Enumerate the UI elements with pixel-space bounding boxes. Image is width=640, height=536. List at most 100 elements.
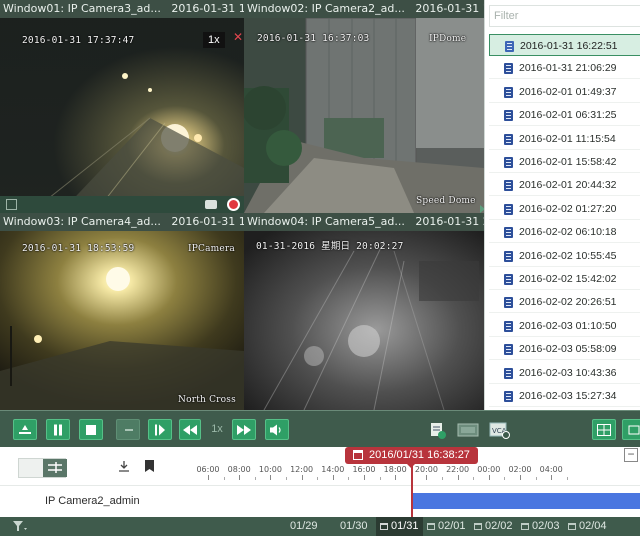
video-window-toolbar [0,196,244,213]
playback-toolbar: 1x VCA [0,410,640,447]
tick-label: 14:00 [321,465,345,474]
tick-label: 00:00 [477,465,501,474]
video-file-icon [504,180,513,192]
camera4-video-feed [0,231,244,410]
tick-mark [457,475,459,480]
tick-label: 10:00 [258,465,282,474]
video-file-icon [504,86,513,98]
tick-label: 06:00 [196,465,220,474]
file-list-item[interactable]: 2016-01-31 16:22:51 [489,34,640,56]
video-file-icon [504,297,513,309]
calendar-icon [380,523,388,530]
download-icon[interactable] [118,459,130,477]
reverse-play-button[interactable] [116,419,140,440]
video-window-4[interactable]: Window04: IP Camera5_ad... 2016-01-31 20… [244,213,484,410]
file-start-time: 2016-02-02 10:55:45 [519,249,617,262]
video-window-2-title: Window02: IP Camera2_ad... 2016-01-31 16… [244,0,484,18]
filter-input[interactable]: Filter [489,5,640,27]
file-list-item[interactable]: 2016-02-03 05:58:09 [489,338,640,361]
volume-button[interactable] [265,419,289,440]
video-file-icon [504,274,513,285]
file-list-item[interactable]: 2016-02-01 20:44:32 [489,174,640,197]
video-window-1[interactable]: Window01: IP Camera3_ad... 2016-01-31 17… [0,0,244,213]
osd-timestamp: 2016-01-31 16:37:03 [257,33,370,44]
capture-icon[interactable] [205,200,217,209]
fullscreen-button[interactable] [622,419,640,440]
calendar-icon [353,450,363,460]
slow-down-button[interactable] [179,419,201,440]
file-list-item[interactable]: 2016-02-02 01:27:20 [489,198,640,220]
date-item[interactable]: 02/01 [427,517,466,536]
layout-button[interactable] [592,419,616,440]
file-list-item[interactable]: 2016-02-02 15:42:02 [489,268,640,290]
speed-label: 1x [211,423,223,435]
file-list-item[interactable]: 2016-02-03 01:10:50 [489,315,640,337]
file-list-item[interactable]: 2016-01-31 21:06:29 [489,57,640,80]
record-icon[interactable] [227,198,240,211]
file-start-time: 2016-02-02 20:26:51 [519,296,617,309]
file-list-item[interactable]: 2016-02-01 15:58:42 [489,151,640,173]
tick-mark [395,475,397,480]
playhead[interactable] [411,462,413,517]
date-item[interactable]: 01/30 [340,517,368,536]
file-start-time: 2016-02-01 06:31:25 [519,109,617,122]
file-list-item[interactable]: 2016-02-02 10:55:45 [489,245,640,267]
file-list-item[interactable]: 2016-02-01 01:49:37 [489,81,640,103]
timeline-view-toggle[interactable] [18,458,67,478]
date-item[interactable]: 02/03 [521,517,560,536]
file-start-time: 2016-02-03 05:58:09 [519,343,617,356]
osd-timestamp: 2016-01-31 17:37:47 [22,35,135,46]
tick-mark-minor [317,477,319,480]
calendar-icon [521,523,529,530]
osd-timestamp: 01-31-2016 星期日 20:02:27 [256,241,404,252]
single-frame-button[interactable] [148,419,172,440]
tick-label: 22:00 [446,465,470,474]
pause-button[interactable] [46,419,70,440]
single-view-option[interactable] [19,459,43,477]
frame-back-button[interactable] [13,419,37,440]
video-file-icon [504,63,513,75]
file-start-time: 2016-02-03 15:27:34 [519,390,617,402]
stop-all-icon[interactable] [6,199,17,210]
video-window-2[interactable]: Window02: IP Camera2_ad... 2016-01-31 16… [244,0,484,213]
speed-up-button[interactable] [232,419,256,440]
file-list-item[interactable]: 2016-02-03 15:27:34 [489,385,640,407]
video-window-1-title: Window01: IP Camera3_ad... 2016-01-31 17… [0,0,244,18]
tick-mark-minor [254,477,256,480]
tick-mark-minor [223,477,225,480]
timeline-panel: 2016/01/31 16:38:27 − 06:00 08:00 10:00 12:… [0,447,640,517]
filter-icon[interactable] [13,521,27,535]
recording-segment[interactable] [411,493,640,509]
file-list-item[interactable]: 2016-02-03 10:43:36 [489,362,640,384]
file-list-item[interactable]: 2016-02-01 06:31:25 [489,104,640,127]
date-item[interactable]: 01/29 [290,517,318,536]
tick-label: 12:00 [290,465,314,474]
file-list-item[interactable]: 2016-02-02 20:26:51 [489,291,640,314]
download-file-button[interactable] [426,419,450,440]
multi-view-option[interactable] [43,459,67,477]
file-list-item[interactable]: 2016-02-01 11:15:54 [489,128,640,150]
file-list-item[interactable]: 2016-02-02 06:10:18 [489,221,640,244]
camera2-video-feed [244,18,484,213]
file-start-time: 2016-02-03 10:43:36 [519,366,617,379]
video-window-3-title: Window03: IP Camera4_ad... 2016-01-31 18… [0,213,244,231]
date-item[interactable]: 02/04 [568,517,607,536]
close-icon[interactable]: ✕ [233,30,243,44]
tick-mark [488,475,490,480]
tick-mark [239,475,241,480]
calendar-icon [474,523,482,530]
tick-label: 16:00 [352,465,376,474]
vca-search-button[interactable]: VCA [487,419,513,440]
date-item[interactable]: 01/31 [376,517,423,536]
tick-mark-minor [473,477,475,480]
date-item[interactable]: 02/02 [474,517,513,536]
video-window-3[interactable]: Window03: IP Camera4_ad... 2016-01-31 18… [0,213,244,410]
bookmark-icon[interactable] [145,459,154,477]
date-label: 01/30 [340,520,368,532]
clip-button[interactable] [454,419,482,440]
zoom-out-button[interactable]: − [624,448,638,462]
stop-button[interactable] [79,419,103,440]
osd-camera-name: IPCamera [188,244,235,254]
timeline-track[interactable]: IP Camera2_admin [0,485,640,516]
calendar-icon [568,523,576,530]
